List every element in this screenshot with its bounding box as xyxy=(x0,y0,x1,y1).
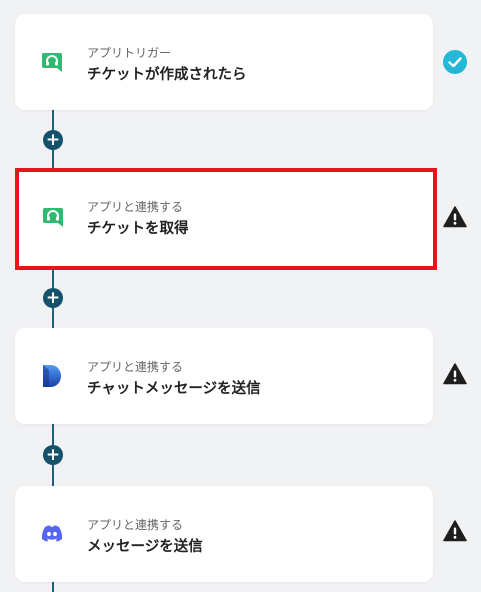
step-type-label: アプリと連携する xyxy=(87,518,184,532)
warning-icon xyxy=(443,520,467,542)
flow-step-card[interactable]: アプリと連携する チャットメッセージを送信 xyxy=(15,328,433,424)
step-title: メッセージを送信 xyxy=(87,539,203,555)
flow-step-card[interactable]: アプリトリガー チケットが作成されたら xyxy=(15,14,433,110)
step-title: チケットが作成されたら xyxy=(87,67,247,83)
step-type-label: アプリトリガー xyxy=(87,46,172,60)
support-headset-icon xyxy=(43,208,63,227)
support-headset-icon xyxy=(42,53,62,72)
add-step-button[interactable]: + xyxy=(43,288,63,308)
step-type-label: アプリと連携する xyxy=(87,200,184,214)
flow-connector xyxy=(52,582,54,592)
flow-step-card[interactable]: アプリと連携する メッセージを送信 xyxy=(15,486,433,582)
flow-step-card-selected[interactable]: アプリと連携する チケットを取得 xyxy=(15,168,437,270)
check-circle-icon xyxy=(443,50,467,74)
discord-icon xyxy=(41,525,63,542)
warning-icon xyxy=(443,206,467,228)
step-title: チャットメッセージを送信 xyxy=(87,381,261,397)
warning-icon xyxy=(443,363,467,385)
step-title: チケットを取得 xyxy=(87,221,189,237)
add-step-button[interactable]: + xyxy=(43,445,63,465)
chat-app-d-logo-icon xyxy=(43,365,61,387)
add-step-button[interactable]: + xyxy=(43,130,63,150)
step-type-label: アプリと連携する xyxy=(87,360,184,374)
